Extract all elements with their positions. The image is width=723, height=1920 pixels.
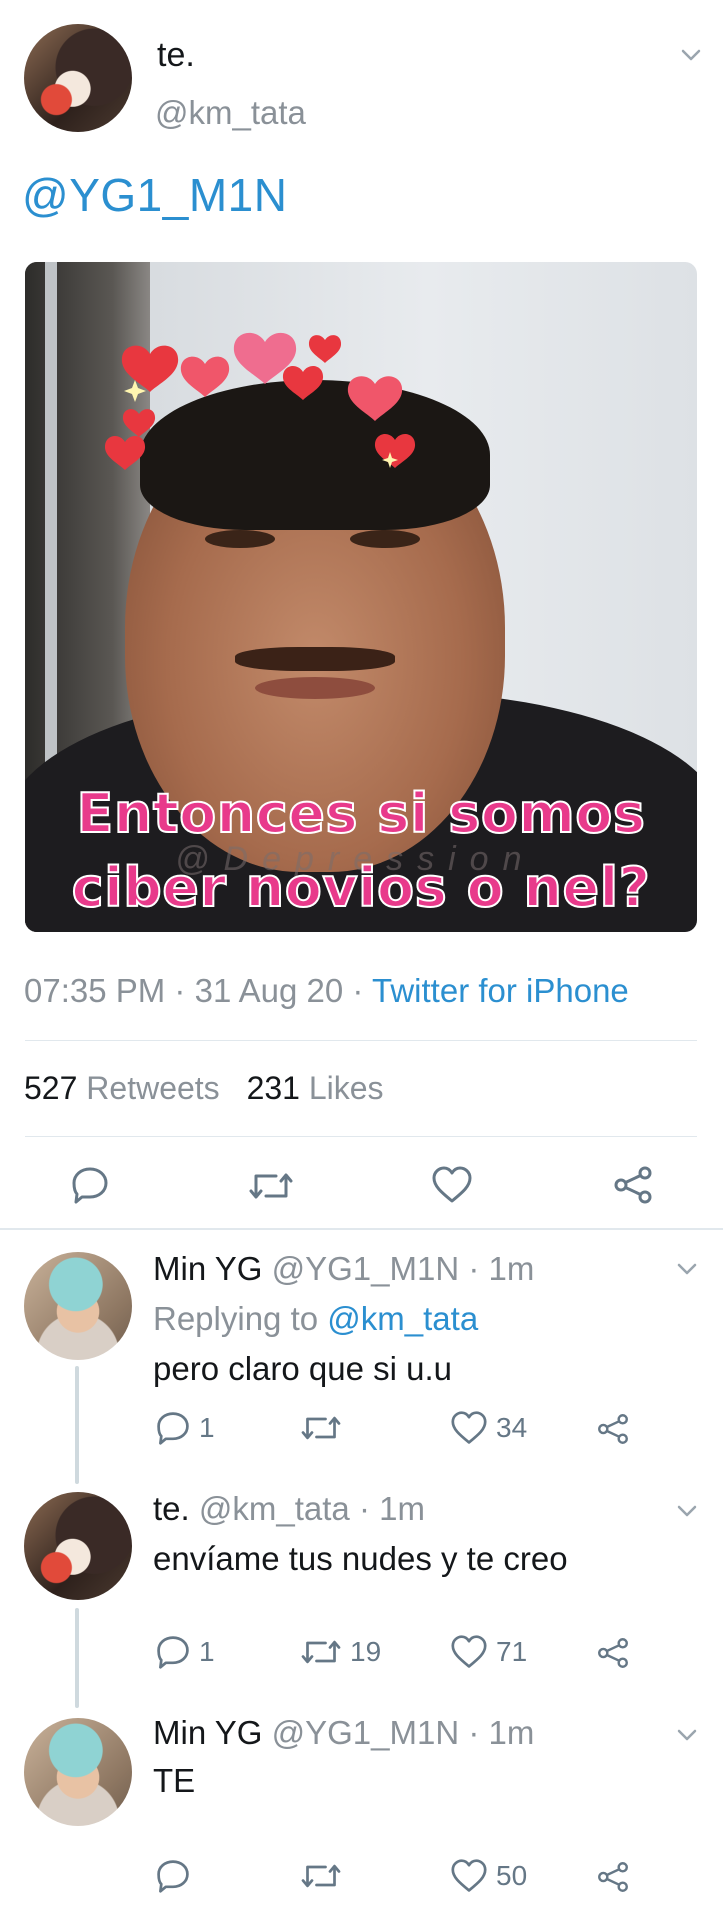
reply-text: pero claro que si u.u — [153, 1350, 453, 1387]
tweet-date: 31 Aug 20 — [194, 972, 344, 1009]
like-count: 50 — [496, 1860, 528, 1891]
tweet-text-mention[interactable]: @YG1_M1N — [22, 168, 287, 222]
reply-count: 1 — [199, 1636, 215, 1667]
reply-text: envíame tus nudes y te creo — [153, 1540, 568, 1577]
like-action[interactable]: 34 — [450, 1410, 527, 1446]
tweet-time: 07:35 PM — [24, 972, 166, 1009]
tweet-stats: 527 Retweets 231 Likes — [24, 1070, 384, 1107]
reply-header: te. @km_tata · 1m — [153, 1490, 425, 1528]
image-caption-line2: ciber novios o nel? — [71, 855, 651, 920]
retweets-count: 527 — [24, 1070, 78, 1106]
like-action[interactable]: 50 — [450, 1858, 527, 1894]
reply-icon — [157, 1860, 189, 1893]
tweet-image[interactable]: @Depression Entonces si somos ciber novi… — [25, 262, 697, 932]
thread-line — [75, 1608, 79, 1708]
author-name[interactable]: te. — [157, 36, 195, 75]
reply-header: Min YG @YG1_M1N · 1m — [153, 1714, 534, 1752]
chevron-down-icon[interactable] — [680, 44, 702, 66]
like-icon — [451, 1411, 487, 1444]
share-icon[interactable] — [596, 1636, 630, 1670]
like-action[interactable]: 71 — [450, 1634, 527, 1670]
hearts-decoration — [105, 332, 416, 470]
likes-label: Likes — [308, 1070, 384, 1106]
retweet-icon — [301, 1416, 341, 1440]
retweet-action[interactable] — [300, 1858, 350, 1894]
like-icon[interactable] — [431, 1165, 473, 1205]
like-count: 34 — [496, 1412, 528, 1443]
reply-icon — [157, 1636, 189, 1669]
chevron-down-icon[interactable] — [676, 1724, 698, 1746]
reply-time: 1m — [379, 1490, 425, 1527]
separator: · — [352, 972, 364, 1009]
reply-text: TE — [153, 1762, 196, 1799]
reply-icon[interactable] — [70, 1165, 110, 1205]
retweet-icon — [301, 1640, 341, 1664]
reply-author-name[interactable]: Min YG — [153, 1714, 262, 1751]
replying-label: Replying to — [153, 1300, 319, 1337]
author-handle[interactable]: @km_tata — [155, 94, 306, 132]
reply-action[interactable] — [155, 1858, 199, 1894]
reply-author-handle[interactable]: @YG1_M1N — [272, 1714, 460, 1751]
tweet-source-link[interactable]: Twitter for iPhone — [372, 972, 629, 1009]
share-icon[interactable] — [596, 1412, 630, 1446]
retweet-action[interactable]: 19 — [300, 1634, 381, 1670]
likes-count: 231 — [246, 1070, 300, 1106]
reply-avatar[interactable] — [24, 1492, 132, 1600]
image-caption-line1: Entonces si somos — [76, 781, 646, 846]
reply-author-name[interactable]: Min YG — [153, 1250, 262, 1287]
reply-action[interactable]: 1 — [155, 1410, 215, 1446]
reply-header: Min YG @YG1_M1N · 1m — [153, 1250, 534, 1288]
reply-action[interactable]: 1 — [155, 1634, 215, 1670]
replying-to: Replying to @km_tata — [153, 1300, 478, 1338]
share-icon[interactable] — [612, 1164, 654, 1206]
separator: · — [174, 972, 186, 1009]
replying-handle-link[interactable]: @km_tata — [327, 1300, 478, 1337]
retweet-action[interactable] — [300, 1410, 350, 1446]
reply-time: 1m — [488, 1714, 535, 1751]
chevron-down-icon[interactable] — [676, 1258, 698, 1280]
separator: · — [468, 1250, 480, 1287]
retweet-icon — [301, 1864, 341, 1888]
author-avatar[interactable] — [24, 24, 132, 132]
like-count: 71 — [496, 1636, 528, 1667]
share-icon[interactable] — [596, 1860, 630, 1894]
reply-time: 1m — [488, 1250, 535, 1287]
reply-icon — [157, 1412, 189, 1445]
chevron-down-icon[interactable] — [676, 1500, 698, 1522]
reply-count: 1 — [199, 1412, 215, 1443]
divider — [25, 1040, 697, 1041]
reply-avatar[interactable] — [24, 1252, 132, 1360]
retweet-count: 19 — [350, 1636, 382, 1667]
divider — [25, 1136, 697, 1137]
separator: · — [468, 1714, 480, 1751]
section-divider — [0, 1228, 723, 1230]
retweets-stat[interactable]: 527 Retweets — [24, 1070, 229, 1106]
reply-avatar[interactable] — [24, 1718, 132, 1826]
likes-stat[interactable]: 231 Likes — [247, 1070, 384, 1106]
like-icon — [451, 1635, 487, 1668]
reply-author-handle[interactable]: @km_tata — [199, 1490, 350, 1527]
like-icon — [451, 1859, 487, 1892]
retweet-icon[interactable] — [248, 1166, 294, 1206]
separator: · — [358, 1490, 370, 1527]
retweets-label: Retweets — [86, 1070, 220, 1106]
reply-author-name[interactable]: te. — [153, 1490, 190, 1527]
tweet-meta: 07:35 PM · 31 Aug 20 · Twitter for iPhon… — [24, 972, 629, 1010]
thread-line — [75, 1366, 79, 1484]
reply-author-handle[interactable]: @YG1_M1N — [272, 1250, 460, 1287]
